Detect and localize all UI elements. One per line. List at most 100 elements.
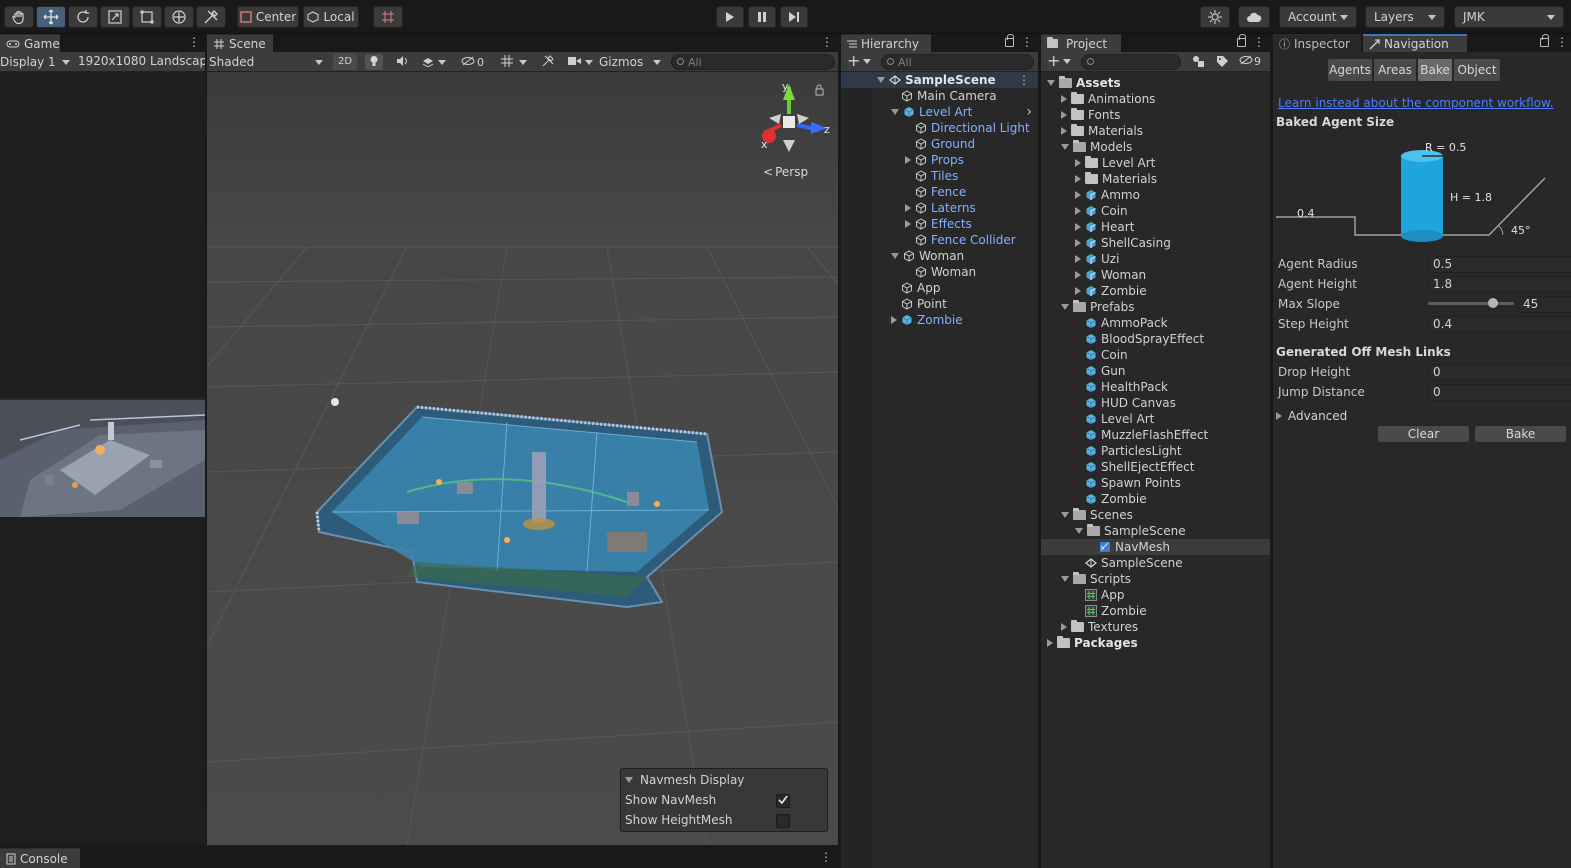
project-item[interactable]: Ammo [1041,187,1270,203]
project-item[interactable]: Coin [1041,203,1270,219]
tab-hierarchy[interactable]: Hierarchy [841,34,931,52]
drop-height-field[interactable]: 0 [1428,364,1571,381]
project-item[interactable]: Heart [1041,219,1270,235]
scene-menu-kebab-icon[interactable]: ⋮ [821,36,833,48]
collapse-arrow-icon[interactable] [1075,271,1081,279]
scene-tools-toggle[interactable] [539,54,557,70]
project-item[interactable]: ShellCasing [1041,235,1270,251]
open-prefab-chevron-icon[interactable]: › [1026,104,1032,120]
project-item[interactable]: Assets [1041,75,1270,91]
collapse-arrow-icon[interactable] [1075,287,1081,295]
pause-button[interactable] [748,6,776,28]
tab-navigation[interactable]: Navigation [1363,34,1467,52]
project-item[interactable]: Zombie [1041,491,1270,507]
max-slope-slider-thumb[interactable] [1487,298,1498,308]
rotate-tool-button[interactable] [68,6,98,28]
hierarchy-item[interactable]: Point [841,296,1038,312]
pivot-local-button[interactable]: Local [303,6,359,28]
tab-inspector[interactable]: ⓘ Inspector [1273,34,1361,52]
project-item[interactable]: App [1041,587,1270,603]
hierarchy-item[interactable]: Fence Collider [841,232,1038,248]
hierarchy-item[interactable]: Effects [841,216,1038,232]
bake-button[interactable]: Bake [1474,425,1567,443]
2d-toggle-button[interactable]: 2D [333,53,357,70]
project-item[interactable]: ParticlesLight [1041,443,1270,459]
scene-options-kebab-icon[interactable]: ⋮ [1018,73,1030,87]
project-item[interactable]: Animations [1041,91,1270,107]
project-item[interactable]: Coin [1041,347,1270,363]
collapse-arrow-icon[interactable] [905,156,911,164]
hierarchy-menu-kebab-icon[interactable]: ⋮ [1021,36,1033,48]
project-item[interactable]: SampleScene [1041,523,1270,539]
project-lock-icon[interactable] [1237,34,1246,47]
clear-button[interactable]: Clear [1377,425,1470,443]
pivot-center-button[interactable]: Center [237,6,299,28]
grid-snap-button[interactable] [373,6,403,28]
gizmos-dropdown[interactable]: Gizmos [599,54,663,70]
project-item[interactable]: HealthPack [1041,379,1270,395]
jump-distance-field[interactable]: 0 [1428,384,1571,401]
project-item[interactable]: Zombie [1041,283,1270,299]
project-item[interactable]: Materials [1041,171,1270,187]
lighting-toggle[interactable] [365,54,383,70]
services-button[interactable] [1200,6,1230,28]
filter-by-label-button[interactable] [1213,54,1231,70]
expand-arrow-icon[interactable] [891,253,899,259]
project-item[interactable]: Scripts [1041,571,1270,587]
project-item[interactable]: Prefabs [1041,299,1270,315]
collapse-arrow-icon[interactable] [905,204,911,212]
expand-arrow-icon[interactable] [1047,80,1055,86]
project-item[interactable]: HUD Canvas [1041,395,1270,411]
collapse-arrow-icon[interactable] [1075,255,1081,263]
project-item[interactable]: Fonts [1041,107,1270,123]
project-search-input[interactable] [1081,54,1181,70]
expand-arrow-icon[interactable] [1061,144,1069,150]
hierarchy-item[interactable]: Level Art › [841,104,1038,120]
project-item[interactable]: SampleScene [1041,555,1270,571]
project-item[interactable]: Woman [1041,267,1270,283]
project-item[interactable]: Materials [1041,123,1270,139]
subtab-object[interactable]: Object [1453,58,1501,82]
collapse-arrow-icon[interactable] [891,316,897,324]
hierarchy-item[interactable]: Laterns [841,200,1038,216]
collapse-arrow-icon[interactable] [1061,95,1067,103]
filter-by-type-button[interactable] [1189,54,1207,70]
navmesh-display-header[interactable]: Navmesh Display [625,773,744,787]
expand-arrow-icon[interactable] [1061,304,1069,310]
hidden-packages-toggle[interactable]: 9 [1239,54,1261,68]
hierarchy-item[interactable]: Woman [841,264,1038,280]
hierarchy-item[interactable]: Woman [841,248,1038,264]
collapse-arrow-icon[interactable] [1075,239,1081,247]
move-tool-button[interactable] [36,6,66,28]
scene-viewport[interactable]: y x z < Persp Navmesh Display Show NavMe… [207,72,838,845]
audio-toggle[interactable] [393,54,411,70]
account-dropdown[interactable]: Account [1279,6,1357,28]
project-item[interactable]: Level Art [1041,411,1270,427]
project-item[interactable]: Level Art [1041,155,1270,171]
hand-tool-button[interactable] [4,6,34,28]
resolution-dropdown[interactable]: 1920x1080 Landscape [78,54,205,70]
project-item[interactable]: Scenes [1041,507,1270,523]
hidden-objects-toggle[interactable]: 0 [461,54,491,70]
max-slope-slider[interactable] [1428,298,1514,308]
hierarchy-item[interactable]: Ground [841,136,1038,152]
grid-visibility-dropdown[interactable] [495,54,533,70]
collapse-arrow-icon[interactable] [1075,175,1081,183]
play-button[interactable] [716,6,744,28]
rect-tool-button[interactable] [132,6,162,28]
hierarchy-item[interactable]: Main Camera [841,88,1038,104]
step-height-field[interactable]: 0.4 [1428,316,1571,333]
subtab-agents[interactable]: Agents [1327,58,1373,82]
expand-arrow-icon[interactable] [1075,528,1083,534]
layers-dropdown[interactable]: Layers [1365,6,1445,28]
collapse-arrow-icon[interactable] [1075,159,1081,167]
project-menu-kebab-icon[interactable]: ⋮ [1253,36,1265,48]
component-workflow-link[interactable]: Learn instead about the component workfl… [1278,96,1554,110]
tab-console[interactable]: Console [0,848,80,868]
projection-toggle[interactable]: < Persp [763,165,808,179]
hierarchy-item[interactable]: Props [841,152,1038,168]
project-item[interactable]: Packages [1041,635,1270,651]
hierarchy-search-input[interactable]: All [881,54,1034,70]
display-dropdown[interactable]: Display 1 [0,54,74,70]
hierarchy-add-button[interactable]: + [847,53,872,69]
